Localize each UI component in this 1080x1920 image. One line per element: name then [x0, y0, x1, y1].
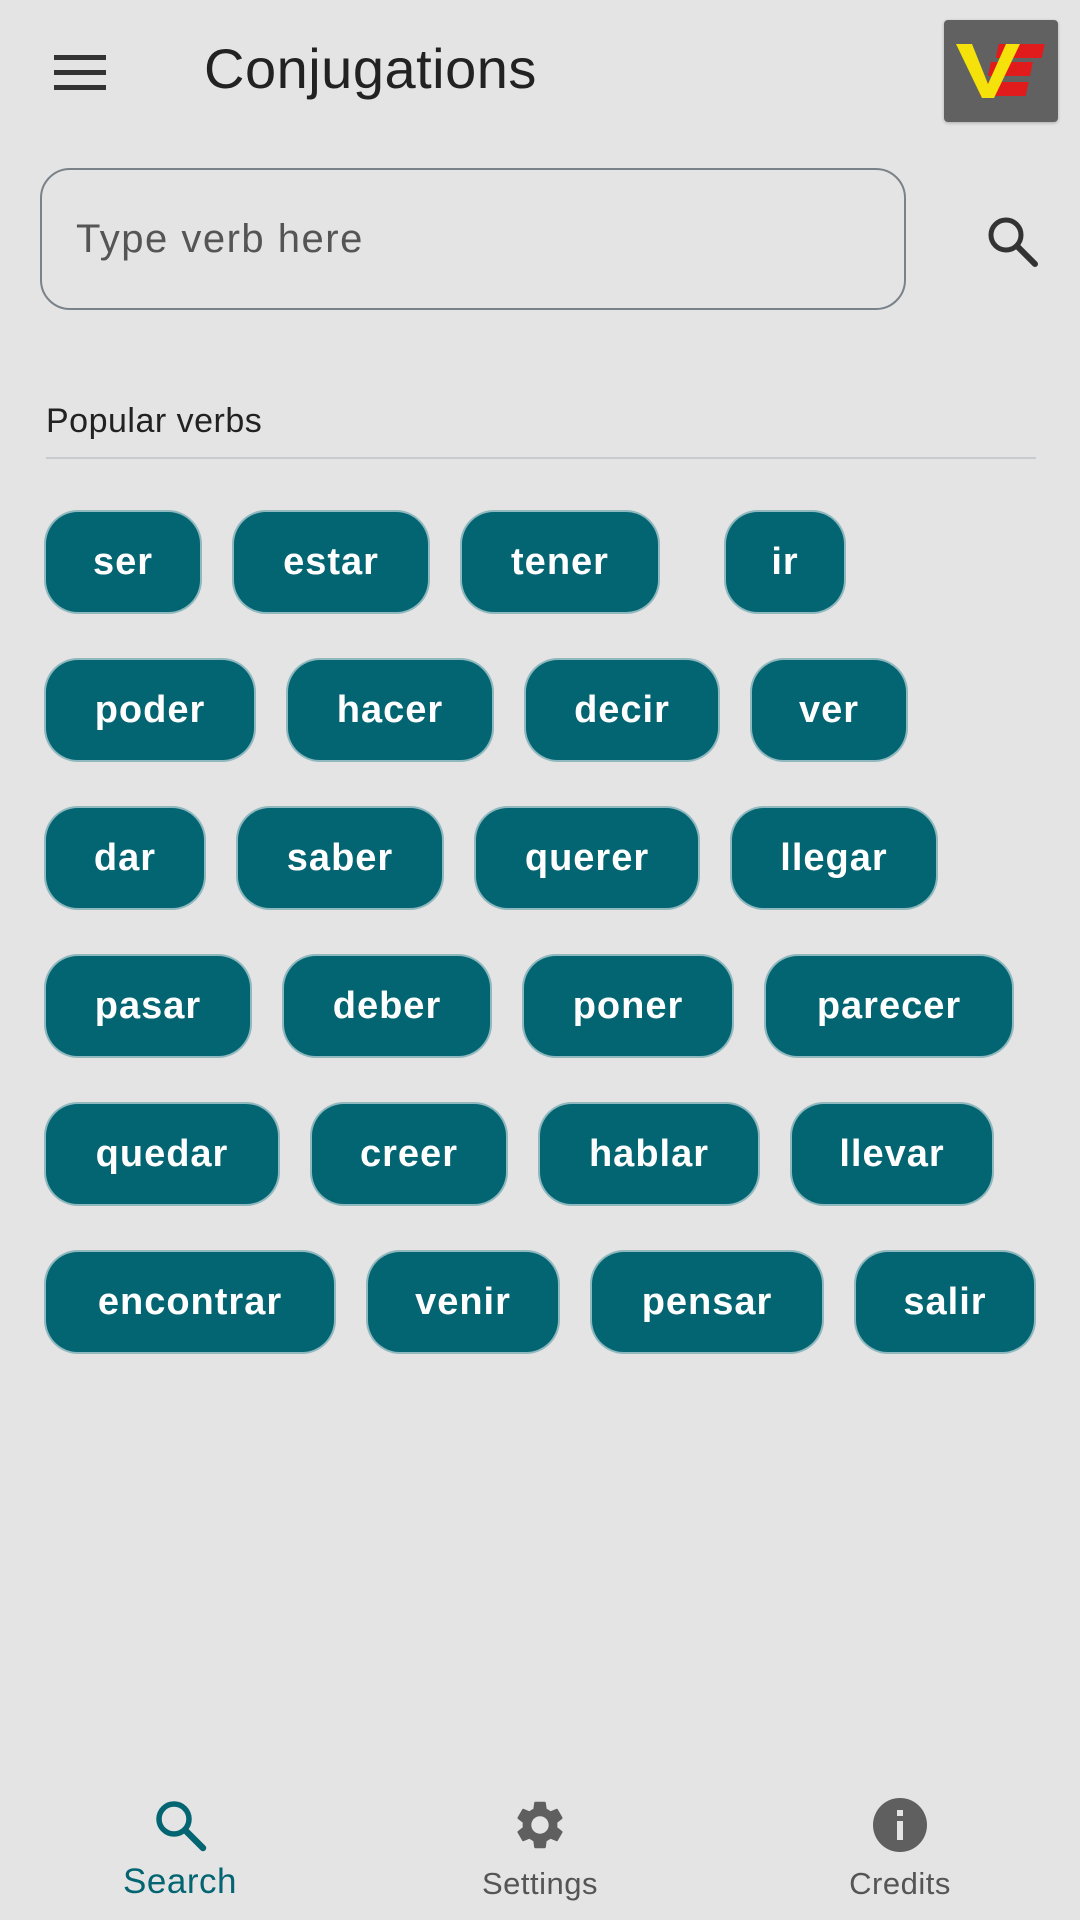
- search-button[interactable]: [974, 206, 1050, 276]
- verb-row: poder hacer decir ver: [46, 660, 1046, 760]
- verb-chip[interactable]: poner: [524, 956, 732, 1056]
- nav-search-label: Search: [123, 1862, 237, 1901]
- nav-search[interactable]: Search: [50, 1760, 310, 1920]
- search-icon: [156, 1801, 207, 1852]
- menu-icon: [54, 55, 106, 90]
- verb-chip[interactable]: pasar: [46, 956, 250, 1056]
- section-divider: [46, 457, 1036, 459]
- verb-chip[interactable]: hacer: [288, 660, 492, 760]
- verb-chip[interactable]: quedar: [46, 1104, 278, 1204]
- verb-chip[interactable]: salir: [856, 1252, 1034, 1352]
- menu-button[interactable]: [40, 38, 120, 108]
- verb-chip[interactable]: creer: [312, 1104, 506, 1204]
- nav-credits-label: Credits: [849, 1866, 951, 1901]
- page-title: Conjugations: [204, 37, 537, 100]
- verb-chip[interactable]: venir: [368, 1252, 558, 1352]
- verb-chip[interactable]: deber: [284, 956, 490, 1056]
- bottom-navigation: Search Settings Credits: [0, 1760, 1080, 1920]
- verb-chip[interactable]: dar: [46, 808, 204, 908]
- verb-chip[interactable]: decir: [526, 660, 718, 760]
- verb-chip[interactable]: poder: [46, 660, 254, 760]
- verb-chip[interactable]: ir: [726, 512, 844, 612]
- verb-row: encontrar venir pensar salir: [46, 1252, 1046, 1352]
- popular-verbs-heading: Popular verbs: [46, 402, 263, 440]
- app-logo: [944, 20, 1058, 122]
- verb-row: pasar deber poner parecer: [46, 956, 1046, 1056]
- verb-chip[interactable]: encontrar: [46, 1252, 334, 1352]
- ve-flag-logo-icon: [956, 44, 1045, 98]
- verb-chip[interactable]: parecer: [766, 956, 1012, 1056]
- app-screen: Conjugations Popular verbs ser estar ten…: [0, 0, 1080, 1920]
- verb-row: dar saber querer llegar: [46, 808, 1046, 908]
- info-icon: [873, 1798, 927, 1852]
- verb-chip[interactable]: llevar: [792, 1104, 992, 1204]
- search-icon: [988, 217, 1038, 267]
- gear-icon: [517, 1801, 563, 1849]
- verb-row: quedar creer hablar llevar: [46, 1104, 1046, 1204]
- popular-verbs-grid: ser estar tener ir poder hacer decir ver…: [46, 512, 1046, 1400]
- app-bar: Conjugations: [0, 0, 1080, 140]
- verb-chip[interactable]: saber: [238, 808, 442, 908]
- nav-settings-label: Settings: [481, 1866, 598, 1901]
- verb-chip[interactable]: ver: [752, 660, 906, 760]
- verb-chip[interactable]: hablar: [540, 1104, 758, 1204]
- verb-chip[interactable]: estar: [234, 512, 428, 612]
- verb-search-input[interactable]: [40, 168, 906, 310]
- nav-credits[interactable]: Credits: [770, 1760, 1030, 1920]
- verb-chip[interactable]: querer: [476, 808, 698, 908]
- verb-row: ser estar tener ir: [46, 512, 1046, 612]
- nav-settings[interactable]: Settings: [410, 1760, 670, 1920]
- verb-chip[interactable]: llegar: [732, 808, 936, 908]
- verb-chip[interactable]: pensar: [592, 1252, 822, 1352]
- verb-chip[interactable]: tener: [462, 512, 658, 612]
- verb-chip[interactable]: ser: [46, 512, 200, 612]
